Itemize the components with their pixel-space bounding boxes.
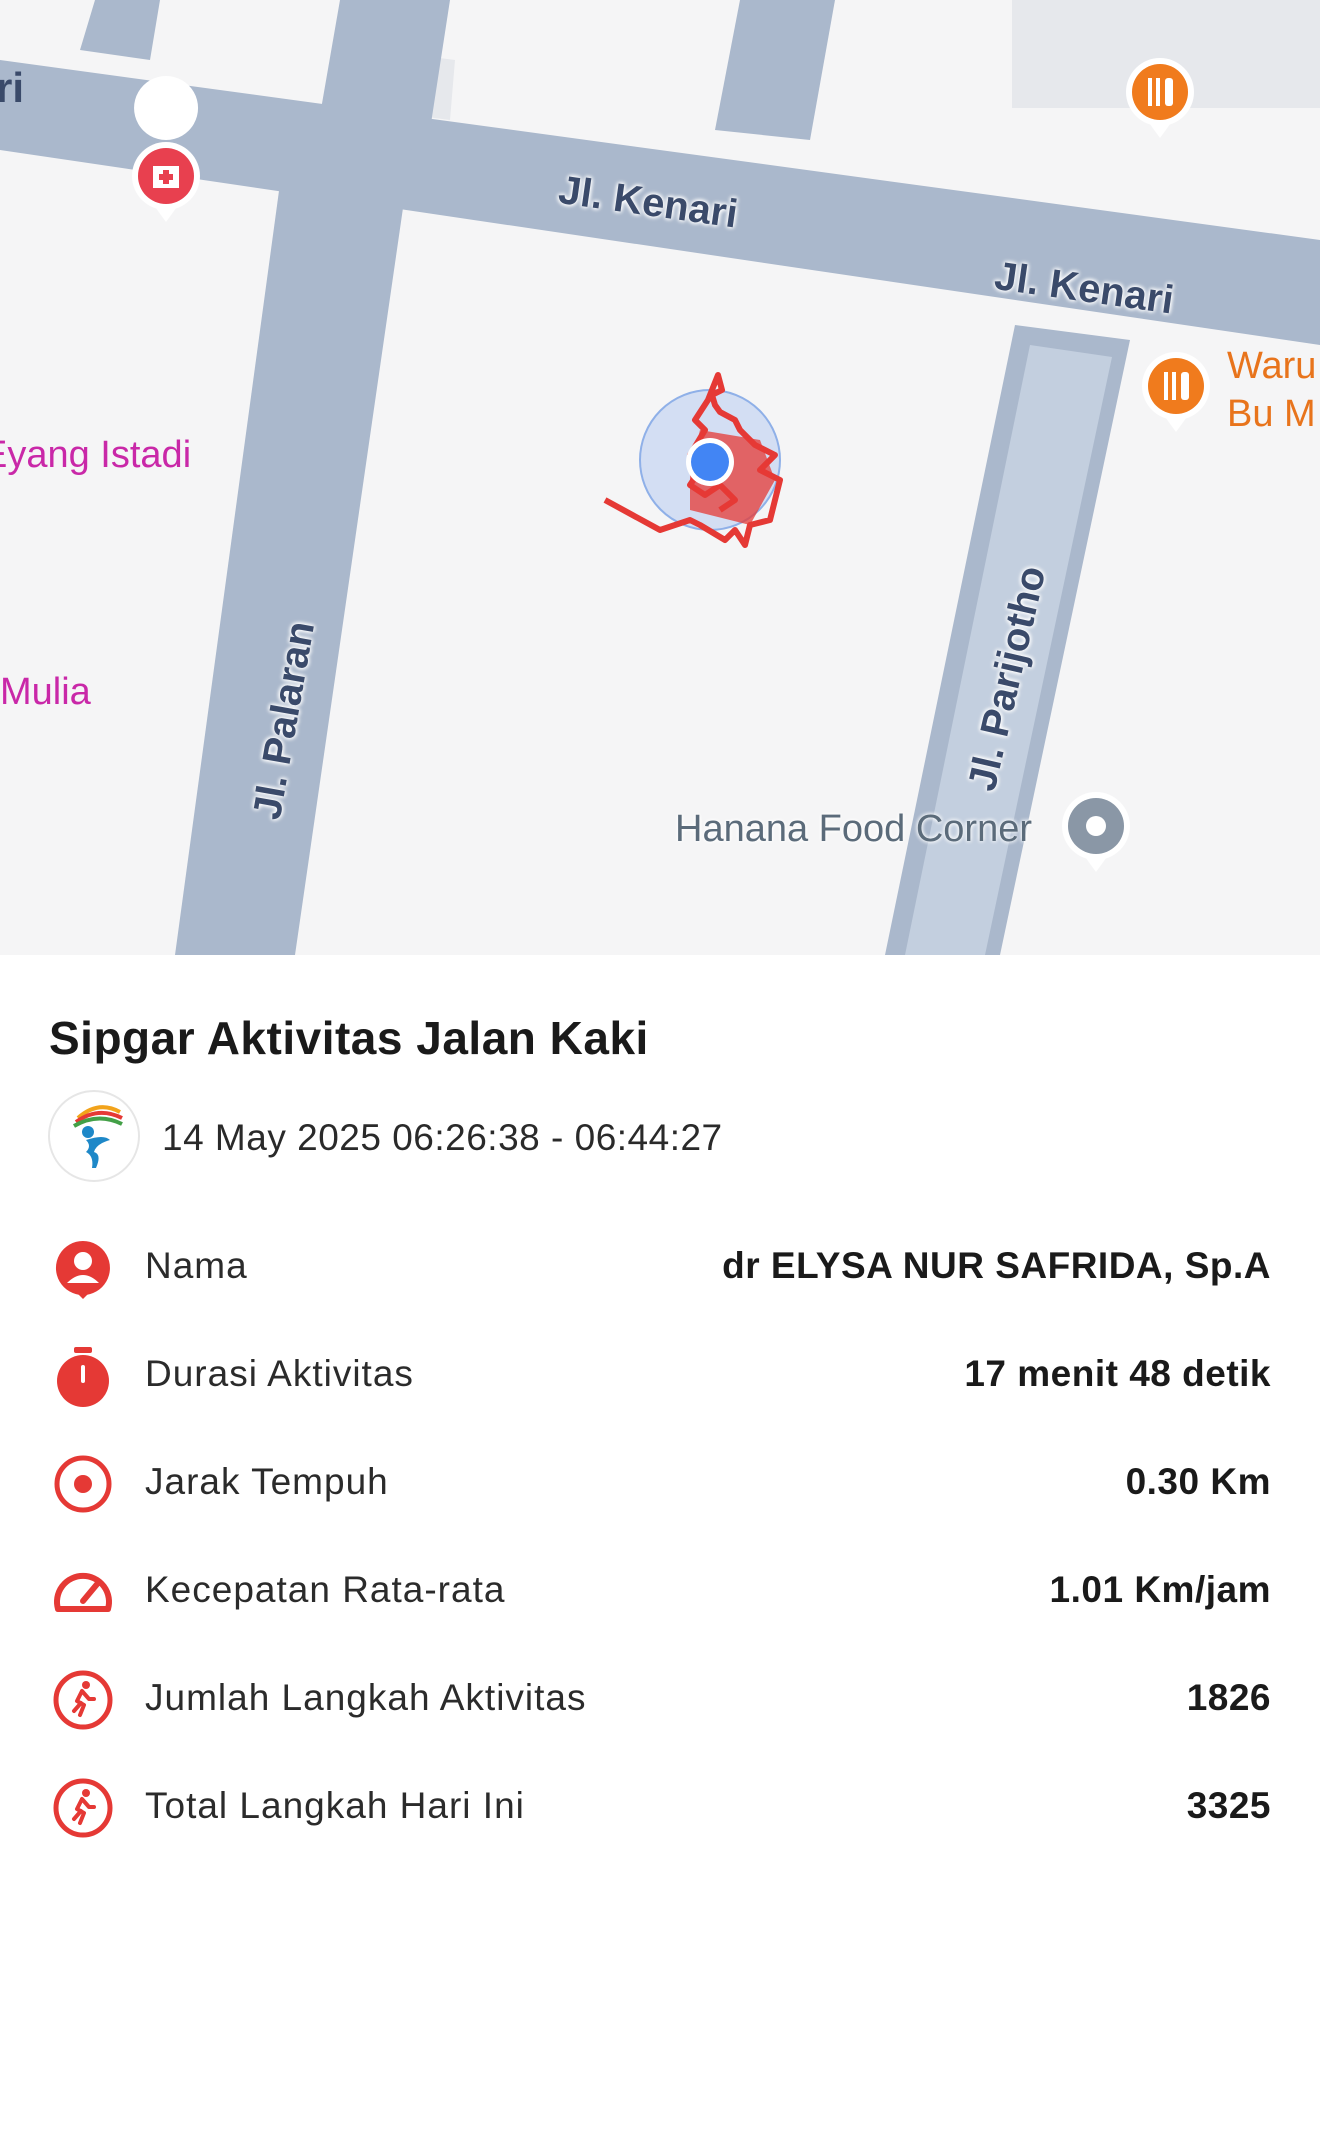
road-jl-palaran <box>175 110 415 955</box>
activity-datetime: 14 May 2025 06:26:38 - 06:44:27 <box>162 1117 723 1158</box>
poi-label-line: Bu M <box>1227 393 1316 435</box>
map-view[interactable]: Jl. Kenari Jl. Kenari Jl. Palaran Jl. Pa… <box>0 0 1320 955</box>
info-row-jumlah-langkah: Jumlah Langkah Aktivitas 1826 <box>0 1654 1320 1744</box>
walking-icon <box>53 1670 113 1730</box>
map-roads <box>0 0 1320 955</box>
place-pin-icon[interactable] <box>1062 792 1130 872</box>
user-icon <box>55 1241 110 1299</box>
poi-label: ri <box>0 64 25 111</box>
info-row-jarak: Jarak Tempuh 0.30 Km <box>0 1438 1320 1528</box>
row-label: Kecepatan Rata-rata <box>145 1569 506 1610</box>
activity-sheet: Sipgar Aktivitas Jalan Kaki 14 May 2025 … <box>0 955 1320 2130</box>
restaurant-pin-icon[interactable] <box>1142 352 1210 432</box>
row-value: 0.30 Km <box>1125 1461 1271 1502</box>
row-label: Jarak Tempuh <box>145 1461 389 1502</box>
walking-icon <box>53 1778 113 1838</box>
row-label: Durasi Aktivitas <box>145 1353 414 1394</box>
activity-title: Sipgar Aktivitas Jalan Kaki <box>49 1012 649 1064</box>
info-row-kecepatan: Kecepatan Rata-rata 1.01 Km/jam <box>0 1546 1320 1636</box>
stopwatch-icon <box>57 1347 109 1407</box>
row-value: dr ELYSA NUR SAFRIDA, Sp.A <box>722 1245 1271 1286</box>
row-label: Jumlah Langkah Aktivitas <box>145 1677 587 1718</box>
row-value: 17 menit 48 detik <box>964 1353 1271 1394</box>
speedometer-icon <box>54 1572 112 1612</box>
poi-label[interactable]: Waru Bu M <box>1227 342 1316 438</box>
poi-label[interactable]: Mulia <box>0 671 91 714</box>
row-label: Total Langkah Hari Ini <box>145 1785 525 1826</box>
row-label: Nama <box>145 1245 248 1286</box>
target-icon <box>54 1455 112 1513</box>
info-row-durasi: Durasi Aktivitas 17 menit 48 detik <box>0 1330 1320 1420</box>
row-value: 1826 <box>1186 1677 1271 1718</box>
poi-label-line: Waru <box>1227 345 1317 387</box>
info-row-nama: Nama dr ELYSA NUR SAFRIDA, Sp.A <box>0 1222 1320 1312</box>
restaurant-pin-icon[interactable] <box>1126 58 1194 138</box>
row-value: 1.01 Km/jam <box>1049 1569 1271 1610</box>
info-row-total-langkah: Total Langkah Hari Ini 3325 <box>0 1762 1320 1852</box>
app-logo-icon <box>48 1090 140 1182</box>
poi-label[interactable]: Eyang Istadi <box>0 434 191 477</box>
row-value: 3325 <box>1186 1785 1271 1826</box>
poi-label[interactable]: Hanana Food Corner <box>675 808 1032 851</box>
